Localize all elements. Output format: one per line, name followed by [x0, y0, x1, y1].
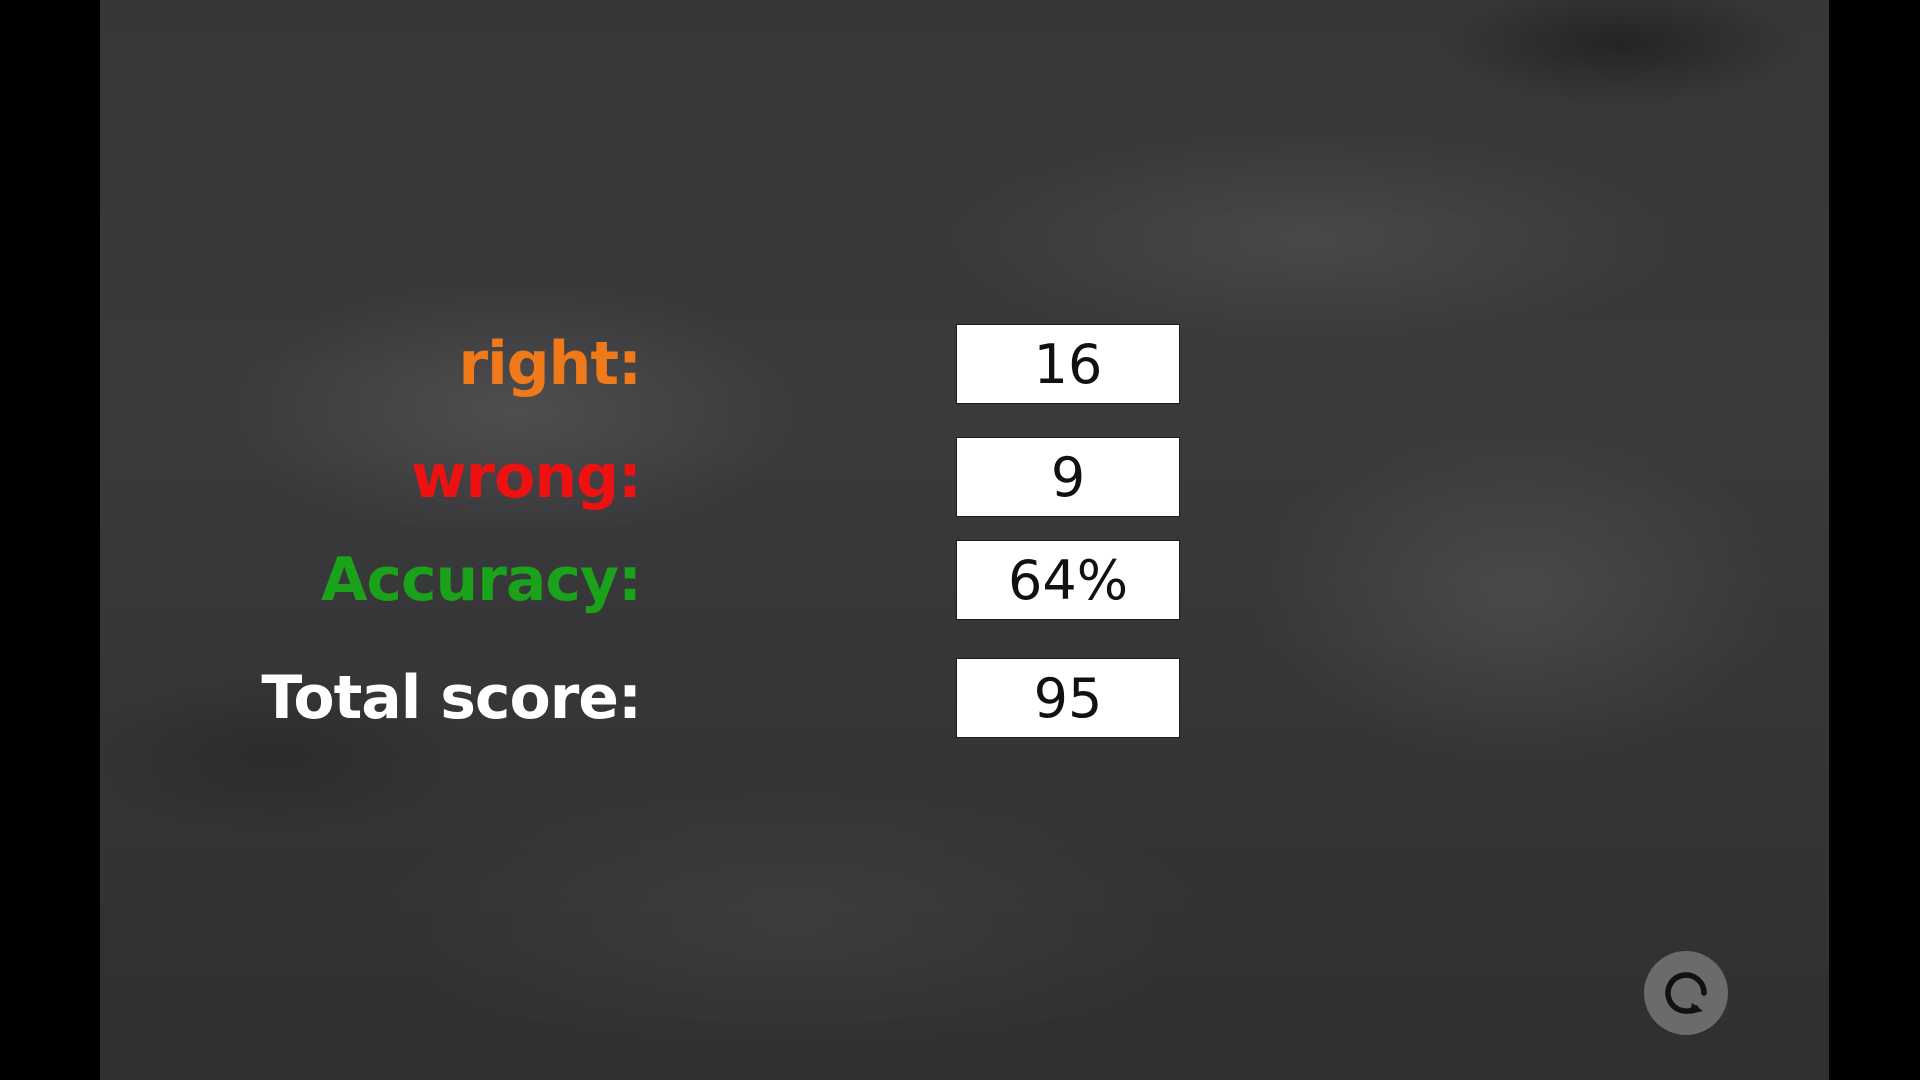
- accuracy-field: 64%: [956, 540, 1180, 620]
- refresh-icon: [1665, 972, 1707, 1014]
- accuracy-label: Accuracy:: [320, 545, 642, 615]
- chalkboard-background: right: 16 wrong: 9 Accuracy: 64% Total s…: [100, 0, 1829, 1080]
- total-score-row: Total score: 95: [100, 658, 1829, 738]
- wrong-count-field: 9: [956, 437, 1180, 517]
- wrong-label: wrong:: [411, 442, 642, 512]
- right-label: right:: [458, 329, 642, 399]
- right-count-field: 16: [956, 324, 1180, 404]
- replay-button[interactable]: [1644, 951, 1728, 1035]
- wrong-row: wrong: 9: [100, 437, 1829, 517]
- accuracy-row: Accuracy: 64%: [100, 540, 1829, 620]
- total-score-field: 95: [956, 658, 1180, 738]
- total-score-label: Total score:: [261, 663, 642, 733]
- right-row: right: 16: [100, 324, 1829, 404]
